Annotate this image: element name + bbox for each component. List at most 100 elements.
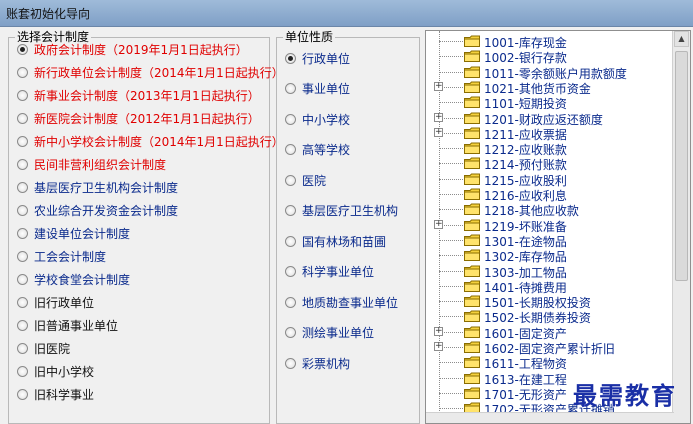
radio-button[interactable] (17, 365, 28, 377)
radio-button[interactable] (285, 357, 296, 369)
radio-button[interactable] (17, 89, 28, 101)
tree-item[interactable]: +1219-坏账准备 (426, 217, 674, 234)
tree-item[interactable]: +1021-其他货币资金 (426, 79, 674, 96)
tree-item[interactable]: 1502-长期债券投资 (426, 308, 674, 325)
accounting-system-label: 新中小学校会计制度（2014年1月1日起执行） (34, 134, 284, 149)
accounting-system-option[interactable]: 基层医疗卫生机构会计制度 (17, 178, 178, 196)
unit-type-option[interactable]: 中小学校 (285, 110, 350, 128)
tree-item[interactable]: 1002-银行存款 (426, 48, 674, 65)
accounting-system-option[interactable]: 建设单位会计制度 (17, 224, 130, 242)
accounting-system-option[interactable]: 新行政单位会计制度（2014年1月1日起执行） (17, 63, 284, 81)
radio-button[interactable] (17, 181, 28, 193)
unit-type-option[interactable]: 行政单位 (285, 49, 350, 67)
radio-button[interactable] (285, 296, 296, 308)
scroll-thumb[interactable] (675, 51, 688, 281)
radio-button[interactable] (17, 158, 28, 170)
radio-button[interactable] (17, 135, 28, 147)
radio-button[interactable] (285, 113, 296, 125)
expand-icon[interactable]: + (434, 342, 443, 351)
accounting-system-option[interactable]: 旧医院 (17, 339, 70, 357)
tree-item[interactable]: 1212-应收账款 (426, 140, 674, 157)
horizontal-scrollbar[interactable] (426, 412, 674, 423)
unit-type-option[interactable]: 基层医疗卫生机构 (285, 202, 398, 220)
radio-button[interactable] (17, 43, 28, 55)
accounting-system-option[interactable]: 旧科学事业 (17, 385, 94, 403)
accounting-system-label: 新事业会计制度（2013年1月1日起执行） (34, 88, 260, 103)
unit-type-option[interactable]: 高等学校 (285, 141, 350, 159)
folder-icon (464, 280, 480, 292)
accounting-system-label: 旧普通事业单位 (34, 318, 119, 333)
radio-button[interactable] (285, 144, 296, 155)
radio-button[interactable] (17, 319, 28, 331)
radio-button[interactable] (285, 83, 296, 94)
tree-item[interactable]: +1602-固定资产累计折旧 (426, 339, 674, 356)
radio-button[interactable] (17, 204, 28, 216)
accounting-system-option[interactable]: 新中小学校会计制度（2014年1月1日起执行） (17, 132, 284, 150)
tree-item[interactable]: 1214-预付账款 (426, 155, 674, 172)
unit-type-option[interactable]: 事业单位 (285, 80, 350, 98)
folder-icon (464, 203, 480, 216)
unit-type-option[interactable]: 医院 (285, 171, 326, 189)
radio-button[interactable] (17, 227, 28, 239)
tree-item[interactable]: 1301-在途物品 (426, 232, 674, 249)
expand-icon[interactable]: + (434, 326, 443, 336)
tree-item[interactable]: 1216-应收利息 (426, 186, 674, 203)
tree-item[interactable]: 1303-加工物品 (426, 263, 674, 280)
accounting-system-option[interactable]: 旧中小学校 (17, 362, 94, 380)
radio-button[interactable] (285, 174, 296, 186)
radio-button[interactable] (17, 273, 28, 285)
expand-icon[interactable]: + (434, 81, 443, 91)
folder-icon (464, 372, 480, 384)
expand-icon[interactable]: + (434, 219, 443, 229)
radio-button[interactable] (17, 66, 28, 78)
accounting-system-option[interactable]: 民间非营利组织会计制度 (17, 155, 166, 173)
accounting-system-option[interactable]: 旧普通事业单位 (17, 316, 118, 334)
accounting-system-option[interactable]: 旧行政单位 (17, 293, 94, 311)
tree-item[interactable]: +1601-固定资产 (426, 324, 674, 341)
radio-button[interactable] (285, 52, 296, 64)
radio-button[interactable] (17, 388, 28, 400)
radio-button[interactable] (17, 112, 28, 124)
radio-button[interactable] (17, 296, 28, 308)
tree-item[interactable]: 1218-其他应收款 (426, 201, 674, 218)
watermark-logo: 最需教育 (573, 381, 677, 410)
unit-type-option[interactable]: 科学事业单位 (285, 263, 374, 281)
accounting-system-option[interactable]: 政府会计制度（2019年1月1日起执行） (17, 40, 248, 58)
tree-connector (439, 56, 465, 58)
tree-item[interactable]: 1101-短期投资 (426, 94, 674, 111)
radio-button[interactable] (285, 205, 296, 216)
expand-icon[interactable]: + (434, 127, 443, 137)
tree-connector (439, 71, 465, 73)
tree-item[interactable]: 1611-工程物资 (426, 354, 674, 371)
unit-type-option[interactable]: 测绘事业单位 (285, 324, 374, 342)
tree-item[interactable]: 1001-库存现金 (426, 33, 674, 50)
unit-type-option[interactable]: 地质勘查事业单位 (285, 293, 398, 311)
tree-item[interactable]: +1201-财政应返还额度 (426, 110, 674, 127)
tree-connector (439, 255, 465, 257)
tree-item[interactable]: 1401-待摊费用 (426, 278, 674, 295)
accounting-system-option[interactable]: 新医院会计制度（2012年1月1日起执行） (17, 109, 260, 127)
unit-type-label: 基层医疗卫生机构 (302, 204, 399, 218)
accounting-system-option[interactable]: 工会会计制度 (17, 247, 106, 265)
scroll-up-button[interactable]: ▲ (674, 31, 689, 47)
accounting-system-option[interactable]: 农业综合开发资金会计制度 (17, 201, 178, 219)
accounting-system-option[interactable]: 学校食堂会计制度 (17, 270, 130, 288)
radio-button[interactable] (285, 235, 296, 247)
tree-item[interactable]: 1215-应收股利 (426, 171, 674, 188)
accounting-system-label: 学校食堂会计制度 (34, 272, 131, 287)
tree-item[interactable]: 1501-长期股权投资 (426, 293, 674, 310)
account-tree[interactable]: 1001-库存现金 1002-银行存款 1011-零余额账户用款额度 +1021-其他… (425, 30, 691, 424)
radio-button[interactable] (285, 266, 296, 277)
radio-button[interactable] (17, 250, 28, 262)
vertical-scrollbar[interactable]: ▲ (672, 31, 690, 423)
tree-item[interactable]: +1211-应收票据 (426, 125, 674, 142)
expand-icon[interactable]: + (434, 112, 443, 122)
tree-item[interactable]: 1302-库存物品 (426, 247, 674, 264)
accounting-system-option[interactable]: 新事业会计制度（2013年1月1日起执行） (17, 86, 260, 104)
radio-button[interactable] (285, 327, 296, 338)
tree-item[interactable]: 1011-零余额账户用款额度 (426, 64, 674, 81)
unit-type-option[interactable]: 国有林场和苗圃 (285, 232, 386, 250)
accounting-system-label: 旧医院 (34, 341, 71, 356)
unit-type-option[interactable]: 彩票机构 (285, 354, 350, 372)
radio-button[interactable] (17, 342, 28, 354)
